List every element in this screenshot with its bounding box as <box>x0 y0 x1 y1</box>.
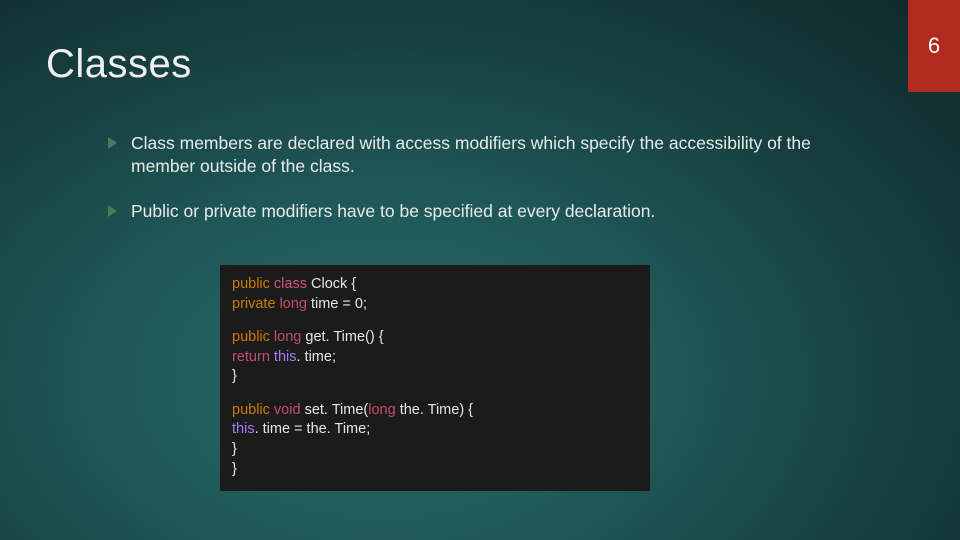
page-number-badge: 6 <box>908 0 960 92</box>
keyword-modifier: private <box>232 296 280 312</box>
bullet-text: Class members are declared with access m… <box>131 132 828 178</box>
list-item: Class members are declared with access m… <box>108 132 828 178</box>
keyword-type: void <box>274 402 305 418</box>
code-text: () { <box>365 329 384 345</box>
keyword-this: this <box>232 421 255 437</box>
bullet-arrow-icon <box>108 137 117 149</box>
brace: } <box>232 461 237 477</box>
identifier: get. Time <box>305 329 365 345</box>
list-item: Public or private modifiers have to be s… <box>108 200 828 223</box>
identifier: Clock <box>311 276 351 292</box>
keyword-class: class <box>274 276 311 292</box>
keyword-type: long <box>368 402 399 418</box>
code-block: public class Clock { private long time =… <box>220 265 650 491</box>
code-line: } <box>232 460 638 480</box>
code-text: . time; <box>297 349 336 365</box>
identifier: the. Time <box>400 402 460 418</box>
code-line: private long time = 0; <box>232 295 638 315</box>
keyword-type: long <box>274 329 305 345</box>
code-line: return this. time; <box>232 348 638 368</box>
brace: } <box>232 368 237 384</box>
code-line: public long get. Time() { <box>232 328 638 348</box>
bullet-text: Public or private modifiers have to be s… <box>131 200 655 223</box>
page-number: 6 <box>928 33 940 59</box>
code-line: public class Clock { <box>232 275 638 295</box>
bullet-arrow-icon <box>108 205 117 217</box>
code-line: } <box>232 367 638 387</box>
brace: { <box>351 276 356 292</box>
code-text: ) { <box>459 402 473 418</box>
code-line: } <box>232 440 638 460</box>
bullet-list: Class members are declared with access m… <box>108 132 828 244</box>
brace: } <box>232 441 237 457</box>
keyword-modifier: public <box>232 402 274 418</box>
identifier: set. Time <box>305 402 364 418</box>
slide-title: Classes <box>46 42 192 87</box>
keyword-modifier: public <box>232 276 274 292</box>
code-line: public void set. Time(long the. Time) { <box>232 401 638 421</box>
code-text: time = 0; <box>311 296 367 312</box>
code-text: . time = the. Time; <box>255 421 371 437</box>
keyword-this: this <box>274 349 297 365</box>
keyword-return: return <box>232 349 274 365</box>
code-line: this. time = the. Time; <box>232 420 638 440</box>
keyword-type: long <box>280 296 311 312</box>
keyword-modifier: public <box>232 329 274 345</box>
